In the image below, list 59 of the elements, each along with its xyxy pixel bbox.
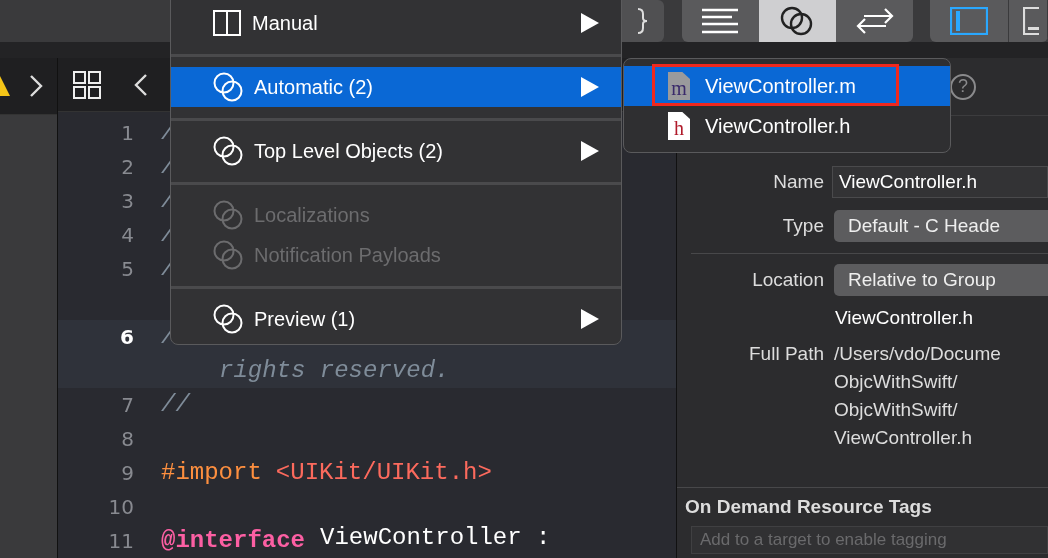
tags-field[interactable]: Add to a target to enable tagging [691,526,1048,554]
line-number: 8 [120,426,134,453]
full-path-text: ObjcWithSwift/ [834,398,958,422]
submenu-item[interactable]: m ViewController.m [624,66,950,106]
line-number: 11 [107,528,134,555]
editor-mode-button[interactable] [758,0,836,42]
menu-item[interactable]: Automatic (2) [171,67,621,107]
line-number: 6 [119,324,134,351]
field-label: Type [781,215,825,237]
code-token: <UIKit/UIKit.h> [275,458,492,488]
line-number: 4 [120,222,134,249]
full-path-text: ViewController.h [834,426,972,450]
line-number: 7 [120,392,134,419]
circles-icon [213,240,243,270]
editor-mode-button[interactable] [836,0,913,42]
file-icon: m [668,72,690,100]
name-field[interactable]: ViewController.h [832,166,1048,198]
code-token: rights reserved. [219,356,450,386]
sidebar-icon [949,7,988,35]
field-label: Name [772,171,825,193]
code-token: // [161,390,190,420]
warning-icon [0,75,10,97]
split-view-icon [213,10,241,36]
field-label: Full Path [748,342,825,366]
braces-button[interactable] [620,0,664,42]
circles-icon [213,200,243,230]
line-number: 1 [120,120,134,147]
back-icon[interactable] [134,72,148,97]
code-token: ViewController : [319,524,551,553]
lines-icon [701,7,739,35]
line-number: 10 [107,494,134,521]
file-name: ViewController.h [834,306,974,330]
submenu-item[interactable]: h ViewController.h [624,106,950,146]
circles-icon [213,136,243,166]
circles-icon [213,304,243,334]
line-number: 2 [120,154,134,181]
full-path-text: /Users/vdo/Docume [834,342,1001,366]
line-number: 9 [120,460,134,487]
line-number: 3 [120,188,134,215]
panel-toggle[interactable] [1008,0,1048,42]
grid-icon[interactable] [73,70,101,99]
location-popup[interactable]: Relative to Group [834,264,1048,296]
panel-toggle[interactable] [930,0,1009,42]
arrows-icon [855,7,894,35]
menu-item[interactable]: Top Level Objects (2) [171,131,621,171]
code-token: @interface [161,526,306,556]
full-path-text: ObjcWithSwift/ [834,370,958,394]
editor-mode-button[interactable] [681,0,759,42]
circles-icon [780,6,815,36]
field-label: Location [751,269,825,291]
circles-icon [213,72,243,102]
type-popup[interactable]: Default - C Heade [834,210,1048,242]
section-title: On Demand Resource Tags [684,495,932,518]
file-icon: h [668,112,690,140]
chevron-right-icon[interactable] [29,74,43,98]
menu-item[interactable]: Preview (1) [171,299,621,339]
line-number: 5 [120,256,134,283]
code-token: #import [161,458,262,488]
panel-icon [1023,7,1039,35]
